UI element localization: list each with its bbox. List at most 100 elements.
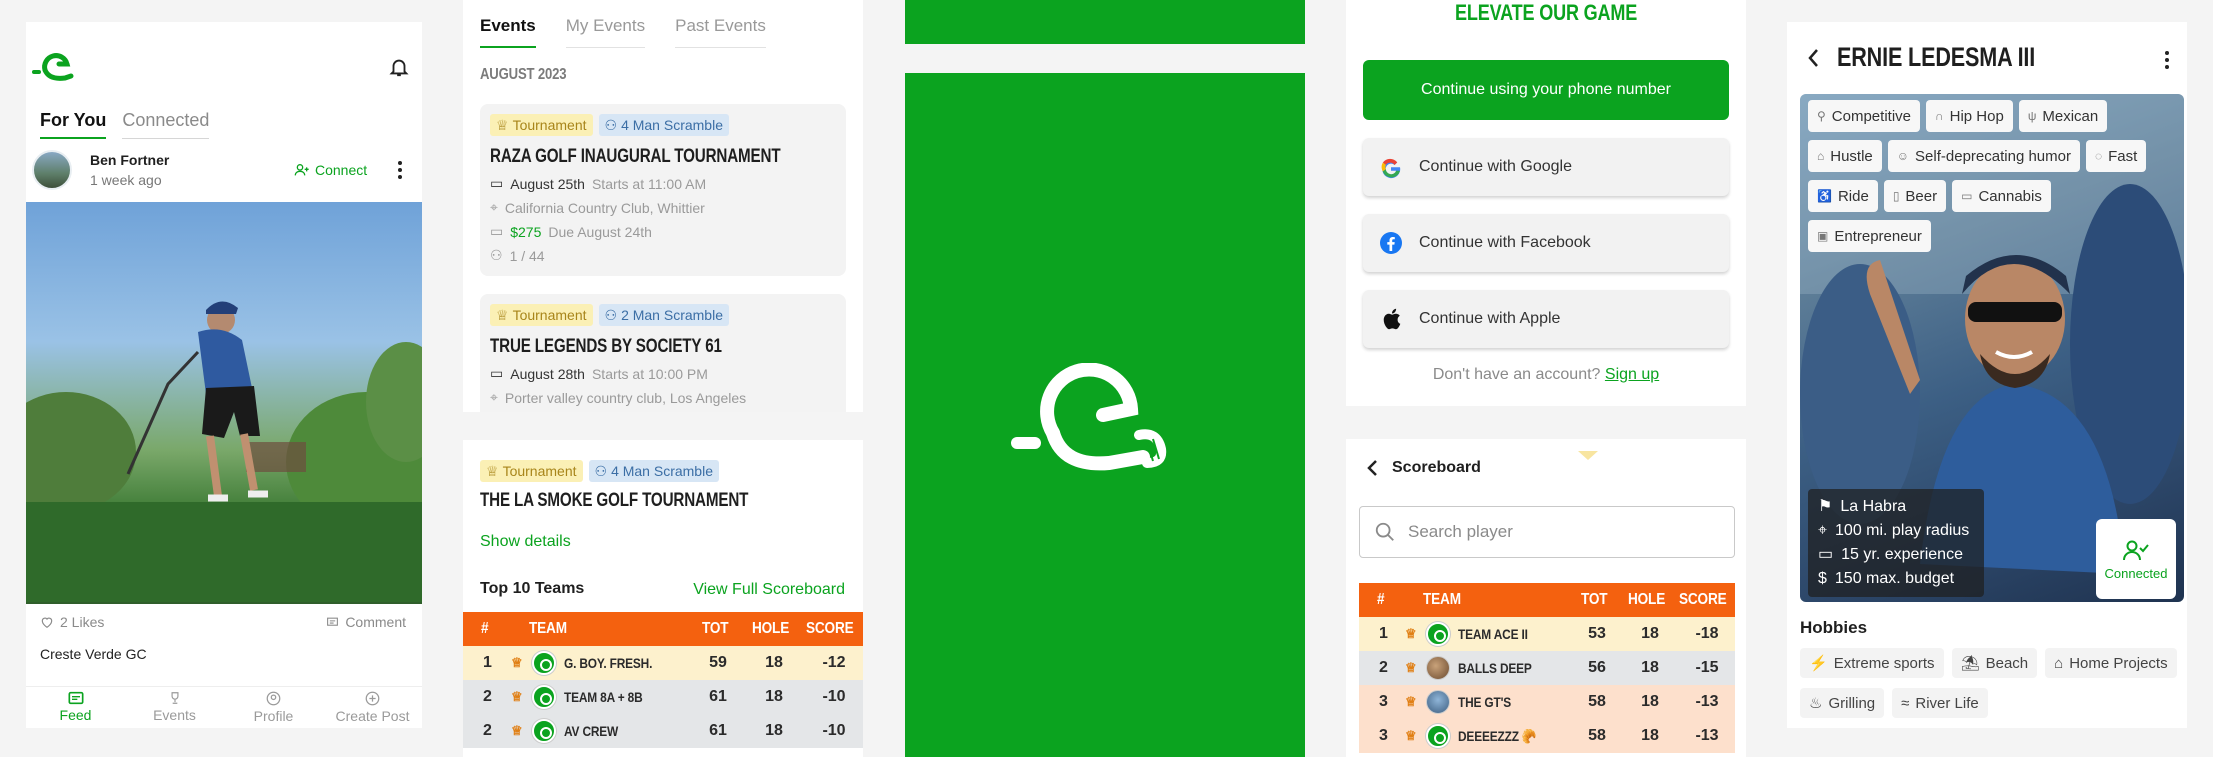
calendar-icon: ▭ <box>1818 546 1834 563</box>
app-logo-icon <box>32 53 74 81</box>
col-tot: TOT <box>693 612 743 646</box>
hole-cell: 18 <box>743 714 805 748</box>
event-location-row: ⌖ Porter valley country club, Los Angeles <box>490 389 747 406</box>
table-row[interactable]: 2 ♕ BALLS DEEP 56 18 -15 <box>1359 651 1735 685</box>
format-tag: ⚇ 4 Man Scramble <box>588 460 719 482</box>
likes-button[interactable]: 2 Likes <box>40 614 104 630</box>
tot-cell: 56 <box>1573 651 1621 685</box>
col-hole: HOLE <box>743 612 805 646</box>
post-author[interactable]: Ben Fortner <box>90 152 169 168</box>
notification-bell-icon[interactable] <box>388 56 410 78</box>
trophy-icon: ♕ <box>496 306 509 323</box>
rank-cell: 2 <box>463 714 511 748</box>
briefcase-icon: ▣ <box>1817 229 1829 243</box>
event-card[interactable]: ♕ Tournament ⚇ 2 Man Scramble TRUE LEGENDS… <box>480 294 846 412</box>
nav-profile[interactable]: Profile <box>224 687 323 728</box>
dollar-icon: $ <box>1818 570 1827 587</box>
nav-events[interactable]: Events <box>125 687 224 728</box>
player-search-input[interactable]: Search player <box>1359 506 1735 558</box>
tab-events[interactable]: Events <box>480 16 536 48</box>
scoreboard-screen: Scoreboard Search player # TEAM TOT HOLE… <box>1346 439 1746 757</box>
table-row[interactable]: 2 ♕ TEAM 8A + 8B 61 18 -10 <box>463 680 863 714</box>
apple-login-button[interactable]: Continue with Apple <box>1363 290 1729 348</box>
profile-photo[interactable]: ⚲ Competitive ∩ Hip Hop ψ Mexican ⌂ Hustle ☺… <box>1800 94 2184 602</box>
tot-cell: 61 <box>693 680 743 714</box>
facebook-login-button[interactable]: Continue with Facebook <box>1363 214 1729 272</box>
rank-cell: 3 <box>1359 719 1405 753</box>
table-row[interactable]: 3 ♕ THE GT'S 58 18 -13 <box>1359 685 1735 719</box>
calendar-icon: ▭ <box>490 365 504 381</box>
tab-my-events[interactable]: My Events <box>565 16 646 48</box>
connect-button[interactable]: Connect <box>294 162 367 178</box>
google-icon <box>1363 155 1419 179</box>
tournament-tag: ♕ Tournament <box>480 460 583 482</box>
tab-past-events[interactable]: Past Events <box>675 16 766 48</box>
trophy-icon: ♕ <box>496 116 509 133</box>
tot-cell: 58 <box>1573 719 1621 753</box>
table-row[interactable]: 2 ♕ AV CREW 61 18 -10 <box>463 714 863 748</box>
table-row[interactable]: 1 ♕ TEAM ACE II 53 18 -18 <box>1359 617 1735 651</box>
team-cell: ♕ AV CREW <box>511 714 693 748</box>
view-full-scoreboard-link[interactable]: View Full Scoreboard <box>693 581 845 599</box>
rank-cell: 3 <box>1359 685 1405 719</box>
trait-chip: ▭ Cannabis <box>1952 180 2051 212</box>
more-options-icon[interactable] <box>2157 48 2177 72</box>
connected-label: Connected <box>2104 565 2168 581</box>
col-tot: TOT <box>1573 583 1621 617</box>
trophy-icon: ♕ <box>511 723 523 739</box>
back-arrow-icon[interactable] <box>1366 459 1378 477</box>
team-cell: ♕ THE GT'S <box>1405 685 1573 719</box>
hole-cell: 18 <box>743 646 805 680</box>
month-heading: AUGUST 2023 <box>480 66 567 83</box>
tab-connected[interactable]: Connected <box>122 110 210 139</box>
phone-login-button[interactable]: Continue using your phone number <box>1363 60 1729 120</box>
score-cell: -15 <box>1679 651 1735 685</box>
scoreboard-title: Scoreboard <box>1392 459 1481 476</box>
tot-cell: 61 <box>693 714 743 748</box>
more-options-icon[interactable] <box>390 158 410 182</box>
hobby-chip: ⚡ Extreme sports <box>1800 648 1944 678</box>
info-budget: $150 max. budget <box>1818 567 1974 591</box>
tab-for-you[interactable]: For You <box>40 110 107 139</box>
col-hole: HOLE <box>1621 583 1679 617</box>
user-check-icon <box>2123 540 2149 560</box>
profile-name: ERNIE LEDESMA III <box>1837 42 2036 72</box>
trait-chip: ψ Mexican <box>2018 100 2108 132</box>
comment-button[interactable]: Comment <box>326 614 406 630</box>
nav-create-post[interactable]: Create Post <box>323 687 422 728</box>
waves-icon: ≈ <box>1901 694 1910 712</box>
hobby-chip: ⌂ Home Projects <box>2045 648 2177 678</box>
rank-cell: 1 <box>1359 617 1405 651</box>
calendar-icon: ▭ <box>490 175 504 191</box>
nav-profile-label: Profile <box>253 708 294 724</box>
apple-login-label: Continue with Apple <box>1419 310 1561 327</box>
back-arrow-icon[interactable] <box>1807 48 1819 68</box>
photo-divider <box>26 602 422 604</box>
ticket-icon: ▭ <box>490 223 504 239</box>
hole-cell: 18 <box>1621 685 1679 719</box>
trait-chip: ♿ Ride <box>1808 180 1878 212</box>
table-row[interactable]: 1 ♕ G. BOY. FRESH. 59 18 -12 <box>463 646 863 680</box>
sign-up-link[interactable]: Sign up <box>1605 366 1659 383</box>
team-cell: ♕ TEAM 8A + 8B <box>511 680 693 714</box>
google-login-button[interactable]: Continue with Google <box>1363 138 1729 196</box>
bottom-nav: Feed Events Profile Create Post <box>26 686 422 728</box>
event-tags: ♕ Tournament ⚇ 2 Man Scramble <box>490 304 836 326</box>
score-cell: -18 <box>1679 617 1735 651</box>
trait-chip: ◌ Fast <box>2085 140 2147 172</box>
event-card[interactable]: ♕ Tournament ⚇ 4 Man Scramble RAZA GOLF IN… <box>480 104 846 276</box>
table-row[interactable]: 3 ♕ DEEEEZZZ 🥐 58 18 -13 <box>1359 719 1735 753</box>
trophy-icon: ♕ <box>1405 626 1417 642</box>
connected-button[interactable]: Connected <box>2096 519 2176 599</box>
team-logo <box>1425 622 1450 646</box>
nav-feed[interactable]: Feed <box>26 687 125 728</box>
event-date-row: ▭ August 25th Starts at 11:00 AM <box>490 175 707 192</box>
tot-cell: 58 <box>1573 685 1621 719</box>
avatar[interactable] <box>32 150 72 190</box>
comment-icon <box>327 617 339 626</box>
post-photo[interactable] <box>26 202 422 602</box>
signup-prompt: Don't have an account? Sign up <box>1346 366 1746 384</box>
show-details-link[interactable]: Show details <box>480 533 571 551</box>
heart-icon <box>41 617 53 628</box>
team-cell: ♕ BALLS DEEP <box>1405 651 1573 685</box>
